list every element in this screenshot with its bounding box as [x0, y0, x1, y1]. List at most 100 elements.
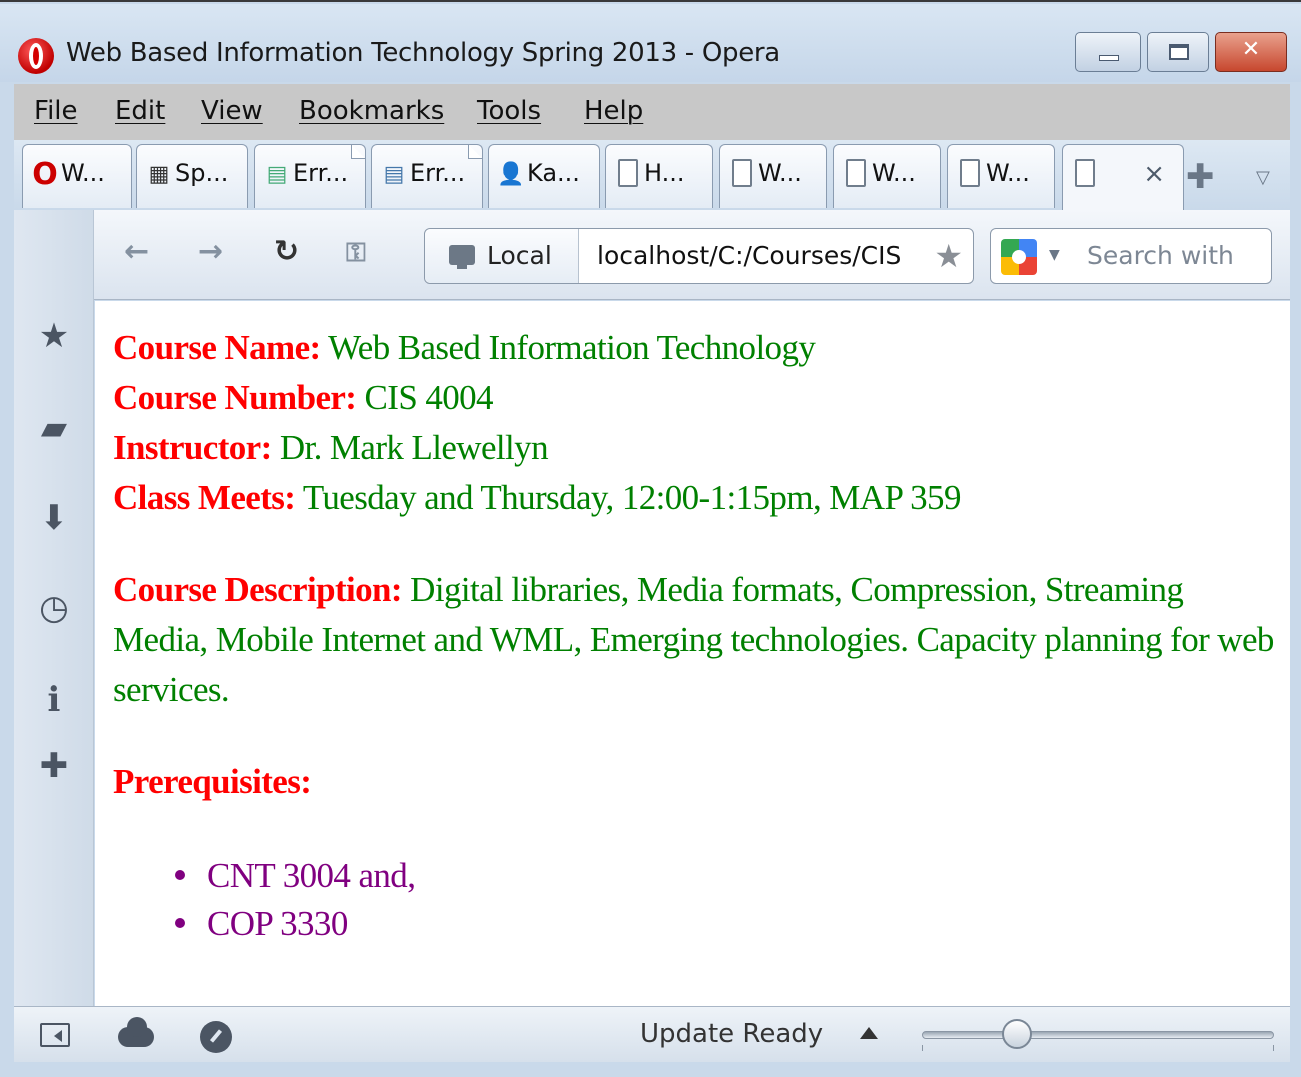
update-caret-icon[interactable]	[860, 1027, 878, 1039]
close-window-button[interactable]: ✕	[1215, 32, 1287, 72]
tab-label: H...	[644, 159, 685, 187]
menu-view[interactable]: View	[201, 96, 263, 126]
notes-icon[interactable]: ▰	[14, 408, 94, 448]
tab-label: Sp...	[175, 159, 229, 187]
new-tab-button[interactable]: ✚	[1186, 157, 1215, 197]
course-name-line: Course Name: Web Based Information Techn…	[113, 323, 816, 373]
menu-help[interactable]: Help	[584, 96, 643, 126]
bookmarks-star-icon[interactable]: ★	[14, 316, 94, 356]
opera-unite-cloud-icon[interactable]	[118, 1017, 154, 1047]
site-scope-badge[interactable]: Local	[425, 229, 579, 283]
monitor-icon	[449, 245, 475, 269]
panel-toggle-icon[interactable]	[40, 1023, 70, 1047]
page-icon	[728, 159, 756, 191]
list-item: CNT 3004 and,	[175, 851, 416, 901]
bullet-icon	[175, 917, 185, 928]
bullet-icon	[175, 869, 185, 880]
close-icon: ✕	[1241, 37, 1261, 62]
tab-active[interactable]: ×	[1062, 144, 1184, 210]
tab-fold	[351, 145, 365, 159]
tab-error-console-1[interactable]: ▤ Err...	[254, 144, 366, 208]
menu-file[interactable]: File	[34, 96, 78, 126]
maximize-icon	[1169, 44, 1189, 60]
reload-icon[interactable]: ↻	[274, 234, 299, 269]
avatar-icon: 👤	[497, 162, 525, 187]
menu-tools[interactable]: Tools	[477, 96, 541, 126]
search-box[interactable]: ▼ Search with	[990, 228, 1272, 284]
tab-ka[interactable]: 👤 Ka...	[488, 144, 600, 208]
tab-w-2[interactable]: W...	[833, 144, 941, 208]
tab-h[interactable]: H...	[605, 144, 713, 208]
prerequisites-label: Prerequisites:	[113, 762, 312, 801]
tab-label: W...	[61, 159, 105, 187]
status-bar: Update Ready	[14, 1006, 1290, 1062]
bookmark-star-icon[interactable]: ★	[934, 237, 963, 275]
course-name-value: Web Based Information Technology	[328, 328, 816, 367]
instructor-line: Instructor: Dr. Mark Llewellyn	[113, 423, 549, 473]
opera-logo-icon[interactable]	[18, 38, 54, 74]
tab-opera[interactable]: O W...	[22, 144, 132, 208]
browser-window: Web Based Information Technology Spring …	[0, 0, 1301, 1077]
page-icon	[956, 159, 984, 191]
opera-icon: O	[32, 157, 58, 192]
prereq-text: COP 3330	[207, 904, 348, 943]
close-tab-icon[interactable]: ×	[1143, 159, 1165, 189]
prereq-text: CNT 3004 and,	[207, 856, 416, 895]
google-icon[interactable]	[1001, 239, 1037, 275]
class-meets-label: Class Meets:	[113, 478, 296, 517]
search-engine-dropdown-icon[interactable]: ▼	[1049, 247, 1060, 263]
history-clock-icon[interactable]: ◷	[14, 588, 94, 628]
window-title: Web Based Information Technology Spring …	[66, 38, 780, 68]
page-icon	[614, 159, 642, 191]
class-meets-line: Class Meets: Tuesday and Thursday, 12:00…	[113, 473, 961, 523]
tab-error-console-2[interactable]: ▤ Err...	[371, 144, 483, 208]
update-status[interactable]: Update Ready	[640, 1019, 823, 1049]
maximize-button[interactable]	[1147, 32, 1209, 72]
list-item: COP 3330	[175, 899, 348, 949]
tab-label: Err...	[293, 159, 349, 187]
zoom-slider-handle[interactable]	[1002, 1019, 1033, 1049]
tab-menu-chevron-icon[interactable]: ▽	[1256, 167, 1270, 188]
prerequisites-heading: Prerequisites:	[113, 757, 312, 807]
error-console-icon: ▤	[383, 162, 405, 187]
instructor-value: Dr. Mark Llewellyn	[279, 428, 549, 467]
search-input[interactable]: Search with	[1087, 241, 1267, 270]
navigation-bar: ← → ↻ ⚿ Local localhost/C:/Courses/CIS ★…	[94, 210, 1290, 300]
zoom-ticks	[922, 1045, 1274, 1051]
course-number-line: Course Number: CIS 4004	[113, 373, 494, 423]
instructor-label: Instructor:	[113, 428, 272, 467]
page-icon	[842, 159, 870, 191]
add-panel-icon[interactable]: ✚	[14, 746, 94, 786]
page-content: Course Name: Web Based Information Techn…	[95, 301, 1290, 1006]
page-icon	[1071, 159, 1099, 191]
minimize-icon	[1099, 55, 1119, 61]
key-icon[interactable]: ⚿	[346, 238, 366, 269]
menu-bar: File Edit View Bookmarks Tools Help	[14, 84, 1290, 140]
tab-bar: O W... ▦ Sp... ▤ Err... ▤ Err... 👤 Ka...…	[14, 140, 1290, 210]
tab-label: W...	[758, 159, 802, 187]
class-meets-value: Tuesday and Thursday, 12:00-1:15pm, MAP …	[302, 478, 962, 517]
menu-bookmarks[interactable]: Bookmarks	[299, 96, 444, 126]
course-number-label: Course Number:	[113, 378, 357, 417]
info-icon[interactable]: ℹ	[14, 680, 94, 720]
minimize-button[interactable]	[1075, 32, 1141, 72]
back-arrow-icon[interactable]: ←	[124, 234, 149, 269]
turbo-gauge-icon[interactable]	[200, 1021, 232, 1053]
zoom-slider-track[interactable]	[922, 1031, 1274, 1039]
tab-w-3[interactable]: W...	[947, 144, 1055, 208]
tab-w-1[interactable]: W...	[719, 144, 827, 208]
course-name-label: Course Name:	[113, 328, 321, 367]
course-number-value: CIS 4004	[364, 378, 494, 417]
course-description-label: Course Description:	[113, 570, 403, 609]
course-description: Course Description: Digital libraries, M…	[113, 565, 1281, 715]
downloads-icon[interactable]: ⬇	[14, 498, 94, 538]
address-bar[interactable]: Local localhost/C:/Courses/CIS ★	[424, 228, 974, 284]
tab-label: W...	[986, 159, 1030, 187]
side-panel: ★ ▰ ⬇ ◷ ℹ ✚	[14, 210, 94, 1006]
url-input[interactable]: localhost/C:/Courses/CIS	[597, 241, 901, 270]
title-bar: Web Based Information Technology Spring …	[0, 4, 1301, 82]
forward-arrow-icon[interactable]: →	[198, 234, 223, 269]
menu-edit[interactable]: Edit	[115, 96, 165, 126]
tab-speed-dial[interactable]: ▦ Sp...	[136, 144, 248, 208]
tab-label: Ka...	[527, 159, 580, 187]
